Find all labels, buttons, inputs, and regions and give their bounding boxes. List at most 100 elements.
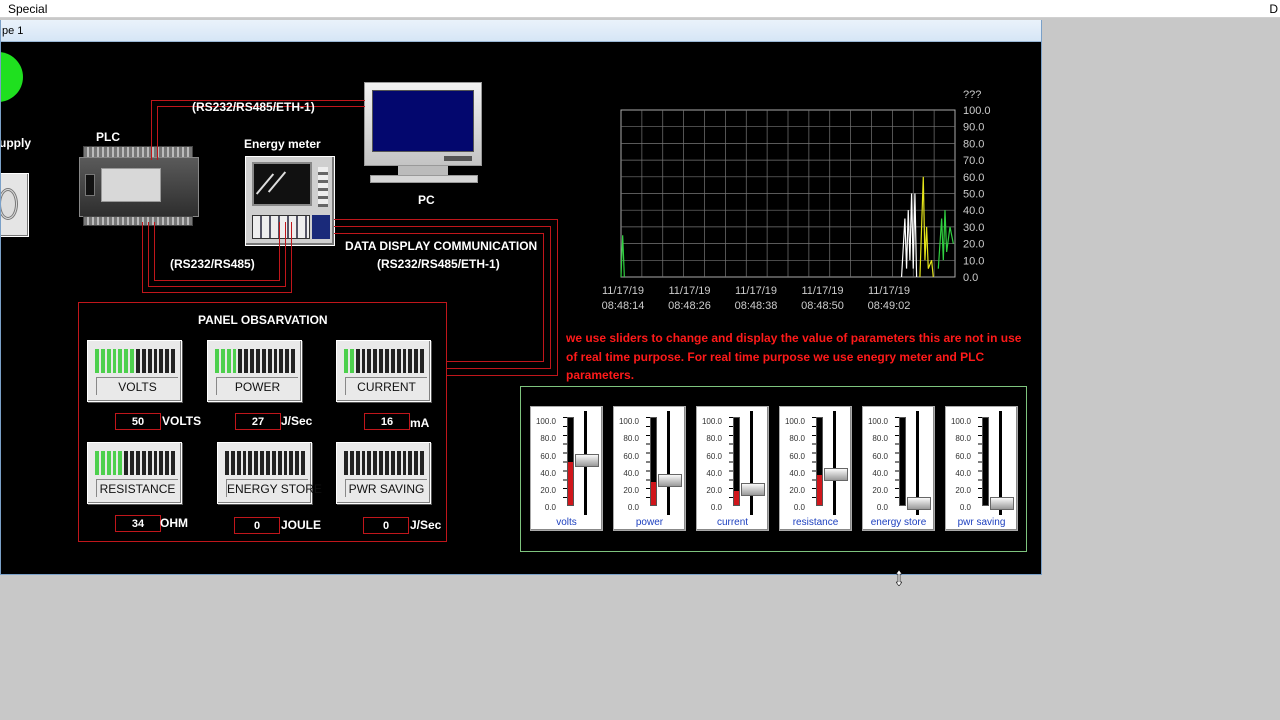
indicator-segment xyxy=(414,451,419,475)
indicator-segment xyxy=(385,451,389,475)
slider-rail[interactable] xyxy=(833,411,836,515)
indicator-segment xyxy=(95,349,99,373)
slider-power[interactable]: 100.0 80.0 60.0 40.0 20.0 0.0 power xyxy=(613,406,686,531)
trend-x-tick-date: 11/17/19 xyxy=(735,285,777,297)
trend-y-tick: 40.0 xyxy=(963,205,984,217)
slider-name: current xyxy=(716,517,749,528)
slider-energy-store[interactable]: 100.0 80.0 60.0 40.0 20.0 0.0 energy store xyxy=(862,406,935,531)
slider-scale-label: 20.0 xyxy=(623,486,639,496)
slider-scale-label: 60.0 xyxy=(706,451,722,461)
slider-level-track xyxy=(650,417,657,506)
indicator-segment xyxy=(385,349,389,373)
indicator-segment xyxy=(260,451,265,475)
menu-special[interactable]: Special xyxy=(8,2,47,16)
indicator-segment xyxy=(248,451,253,475)
slider-thumb[interactable] xyxy=(741,483,765,497)
slider-thumb[interactable] xyxy=(824,467,848,481)
slider-scale-label: 80.0 xyxy=(872,434,888,444)
slider-name: volts xyxy=(556,517,577,528)
slider-scale: 100.0 80.0 60.0 40.0 20.0 0.0 xyxy=(949,413,971,517)
indicator-segment xyxy=(250,349,255,373)
slider-scale-label: 60.0 xyxy=(955,451,971,461)
menu-right-item[interactable]: D xyxy=(1269,2,1278,16)
indicator-segment xyxy=(361,451,366,475)
indicator-segment xyxy=(100,451,105,475)
indicator-segment xyxy=(130,451,135,475)
indicator-4: ENERGY STORE xyxy=(217,442,322,504)
scada-window: pe 1 upply PLC Energy meter PC (RS232/RS… xyxy=(0,20,1042,575)
indicator-segment xyxy=(390,349,395,373)
slider-name: power xyxy=(635,517,664,528)
slider-volts[interactable]: 100.0 80.0 60.0 40.0 20.0 0.0 volts xyxy=(530,406,603,531)
slider-thumb[interactable] xyxy=(575,454,599,467)
slider-thumb[interactable] xyxy=(990,497,1014,510)
slider-scale-label: 20.0 xyxy=(706,486,722,496)
slider-scale-label: 100.0 xyxy=(950,417,971,426)
indicator-5: PWR SAVING xyxy=(336,442,431,504)
slider-scale-label: 60.0 xyxy=(872,451,888,461)
slider-pwr-saving[interactable]: 100.0 80.0 60.0 40.0 20.0 0.0 pwr saving xyxy=(945,406,1018,531)
slider-scale: 100.0 80.0 60.0 40.0 20.0 0.0 xyxy=(783,413,805,517)
indicator-segment xyxy=(136,349,140,373)
indicator-segment xyxy=(379,349,384,373)
indicator-segment xyxy=(266,451,270,475)
slider-thumb[interactable] xyxy=(907,497,931,510)
indicator-segment xyxy=(301,451,306,475)
indicator-segment xyxy=(256,349,260,373)
indicator-segment xyxy=(279,349,284,373)
slider-thumb[interactable] xyxy=(658,473,682,487)
slider-scale-label: 80.0 xyxy=(706,434,722,444)
slider-scale-label: 100.0 xyxy=(867,417,888,426)
trend-y-tick: 100.0 xyxy=(963,105,991,117)
indicator-bargraph xyxy=(344,451,425,475)
indicator-segment xyxy=(261,349,266,373)
trend-y-tick: 60.0 xyxy=(963,172,984,184)
indicator-value: 27 xyxy=(235,413,281,430)
indicator-label: CURRENT xyxy=(345,377,427,395)
indicator-segment xyxy=(244,349,249,373)
slider-rail[interactable] xyxy=(667,411,670,515)
indicator-segment xyxy=(220,349,225,373)
indicator-segment xyxy=(225,451,229,475)
indicator-unit: J/Sec xyxy=(410,518,442,532)
slider-level-fill xyxy=(817,475,822,505)
indicator-segment xyxy=(147,451,152,475)
trend-y-tick: 50.0 xyxy=(963,189,984,201)
slider-name: energy store xyxy=(870,517,927,528)
trend-x-tick-date: 11/17/19 xyxy=(868,285,910,297)
slider-scale-label: 100.0 xyxy=(784,417,805,426)
indicator-segment xyxy=(271,451,276,475)
slider-scale-label: 80.0 xyxy=(623,434,639,444)
slider-scale-label: 60.0 xyxy=(623,451,639,461)
slider-scale-label: 20.0 xyxy=(789,486,805,496)
indicator-value: 50 xyxy=(115,413,161,430)
slider-current[interactable]: 100.0 80.0 60.0 40.0 20.0 0.0 current xyxy=(696,406,769,531)
slider-rail[interactable] xyxy=(750,411,753,515)
indicator-segment xyxy=(153,451,158,475)
slider-scale-label: 80.0 xyxy=(955,434,971,444)
slider-scale-label: 0.0 xyxy=(710,503,722,513)
indicator-2: CURRENT xyxy=(336,340,431,402)
indicator-unit: mA xyxy=(410,416,430,430)
indicator-segment xyxy=(295,451,300,475)
indicator-segment xyxy=(414,349,419,373)
indicator-segment xyxy=(118,349,123,373)
slider-scale-label: 40.0 xyxy=(872,468,888,478)
indicator-label: VOLTS xyxy=(96,377,178,395)
indicator-segment xyxy=(124,349,129,373)
slider-resistance[interactable]: 100.0 80.0 60.0 40.0 20.0 0.0 resistance xyxy=(779,406,852,531)
trend-y-tick: 10.0 xyxy=(963,255,984,267)
indicator-segment xyxy=(238,349,243,373)
slider-level-track xyxy=(982,417,989,506)
slider-scale-label: 0.0 xyxy=(959,503,971,513)
slider-scale: 100.0 80.0 60.0 40.0 20.0 0.0 xyxy=(617,413,639,517)
indicator-segment xyxy=(141,349,146,373)
slider-scale-label: 100.0 xyxy=(618,417,639,426)
indicator-segment xyxy=(277,451,282,475)
indicator-segment xyxy=(230,451,235,475)
indicator-segment xyxy=(236,451,241,475)
indicator-segment xyxy=(367,451,372,475)
slider-scale-label: 0.0 xyxy=(627,503,639,513)
indicator-segment xyxy=(420,349,425,373)
indicator-segment xyxy=(283,451,288,475)
